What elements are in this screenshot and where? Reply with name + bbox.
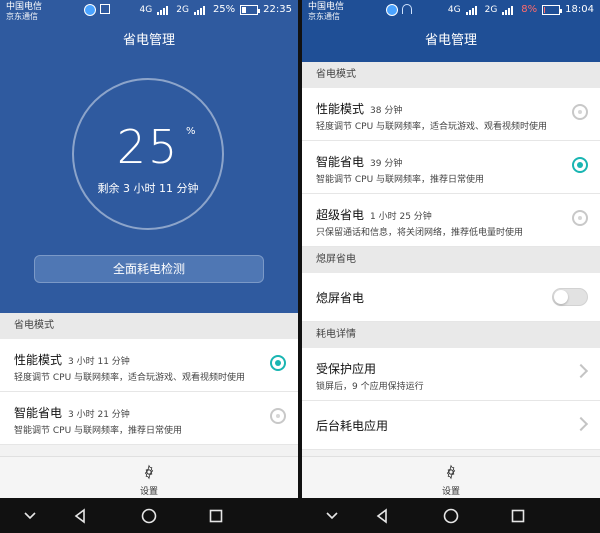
- battery-icon: [542, 4, 563, 15]
- status-bar: 中国电信 京东通信 4G 2G 25% 22:35: [0, 0, 298, 24]
- battery-percent-sign: %: [186, 126, 196, 137]
- page-title: 省电管理: [302, 24, 600, 62]
- navigation-bar: [0, 498, 298, 533]
- status-right: 4G 2G 25% 22:35: [140, 4, 292, 15]
- carrier-info: 中国电信 京东通信: [308, 2, 344, 22]
- status-icons: [386, 4, 412, 16]
- mode-list: 省电模式 性能模式 3 小时 11 分钟 轻度调节 CPU 与联网频率，适合玩游戏…: [0, 313, 298, 445]
- time: 22:35: [263, 4, 292, 15]
- mode-title: 性能模式 3 小时 11 分钟: [14, 353, 130, 367]
- page-title: 省电管理: [0, 24, 298, 62]
- battery-fill: [242, 6, 247, 13]
- mode-item-smart[interactable]: 智能省电 3 小时 21 分钟 智能调节 CPU 与联网频率，推荐日常使用: [0, 392, 298, 445]
- network-2g: 2G: [176, 4, 189, 15]
- time: 18:04: [565, 4, 594, 15]
- mode-item-performance[interactable]: 性能模式 38 分钟 轻度调节 CPU 与联网频率，适合玩游戏、观看视频时使用: [302, 88, 600, 141]
- chevron-right-icon: [573, 363, 589, 379]
- radio-button[interactable]: [270, 408, 286, 424]
- status-bar: 中国电信 京东通信 4G 2G 8% 18:04: [302, 0, 600, 24]
- remaining-time: 剩余 3 小时 11 分钟: [97, 182, 199, 195]
- section-header-mode: 省电模式: [302, 62, 600, 88]
- settings-label: 设置: [139, 487, 158, 497]
- carrier-1: 中国电信: [6, 2, 43, 12]
- carrier-2: 京东通信: [6, 12, 38, 21]
- mode-item-performance[interactable]: 性能模式 3 小时 11 分钟 轻度调节 CPU 与联网频率，适合玩游戏、观看视频…: [0, 339, 298, 392]
- mode-desc: 轻度调节 CPU 与联网频率，适合玩游戏、观看视频时使用: [14, 373, 246, 383]
- screen-off-saving-row[interactable]: 熄屏省电: [302, 273, 600, 322]
- battery-percent: 25%: [212, 4, 236, 15]
- radio-button[interactable]: [572, 210, 588, 226]
- screen-off-label: 熄屏省电: [316, 291, 365, 305]
- background-apps-title: 后台耗电应用: [316, 419, 389, 433]
- protected-apps-row[interactable]: 受保护应用 锁屏后，9 个应用保持运行: [302, 348, 600, 401]
- home-icon[interactable]: [441, 506, 461, 526]
- settings-button[interactable]: 设置: [0, 456, 298, 498]
- mode-desc: 智能调节 CPU 与联网频率，推荐日常使用: [14, 426, 183, 436]
- radio-button[interactable]: [572, 157, 588, 173]
- section-header-mode: 省电模式: [0, 313, 298, 339]
- toggle-knob: [554, 290, 568, 304]
- wifi-icon: [402, 4, 412, 14]
- recent-apps-icon[interactable]: [206, 506, 226, 526]
- right-screen: 中国电信 京东通信 4G 2G 8% 18:04 省电管理 省电模式 性能模式 3…: [302, 0, 600, 533]
- left-screen: 中国电信 京东通信 4G 2G 25% 22:35 省电管理 25 % 剩余 3…: [0, 0, 298, 533]
- mode-title: 智能省电 39 分钟: [316, 155, 403, 169]
- mode-desc: 智能调节 CPU 与联网频率，推荐日常使用: [316, 175, 485, 185]
- signal-icon: [157, 5, 171, 15]
- notification-icon: [84, 4, 96, 16]
- back-icon[interactable]: [70, 506, 90, 526]
- carrier-info: 中国电信 京东通信: [6, 2, 42, 22]
- chevron-right-icon: [573, 416, 589, 432]
- settings-list: 省电模式 性能模式 38 分钟 轻度调节 CPU 与联网频率，适合玩游戏、观看视频…: [302, 62, 600, 450]
- status-right: 4G 2G 8% 18:04: [448, 4, 594, 15]
- mode-item-ultra[interactable]: 超级省电 1 小时 25 分钟 只保留通话和信息，将关闭网络，推荐低电量时使用: [302, 194, 600, 247]
- recent-apps-icon[interactable]: [508, 506, 528, 526]
- signal-icon: [465, 5, 480, 15]
- chevron-down-icon[interactable]: [322, 506, 342, 526]
- side-by-side-screens: 中国电信 京东通信 4G 2G 25% 22:35 省电管理 25 % 剩余 3…: [0, 0, 600, 533]
- network-2g: 2G: [484, 4, 498, 15]
- protected-apps-sub: 锁屏后，9 个应用保持运行: [316, 382, 424, 392]
- mode-item-smart[interactable]: 智能省电 39 分钟 智能调节 CPU 与联网频率，推荐日常使用: [302, 141, 600, 194]
- section-header-details: 耗电详情: [302, 322, 600, 348]
- signal-icon: [502, 5, 516, 15]
- status-icons: [84, 4, 110, 16]
- settings-button[interactable]: 设置: [302, 456, 600, 498]
- settings-label: 设置: [441, 487, 460, 497]
- protected-apps-title: 受保护应用: [316, 362, 377, 376]
- notification-icon: [386, 4, 398, 16]
- mode-title: 超级省电 1 小时 25 分钟: [316, 208, 432, 222]
- screen-off-toggle[interactable]: [552, 288, 588, 306]
- mode-desc: 轻度调节 CPU 与联网频率，适合玩游戏、观看视频时使用: [316, 122, 548, 132]
- section-header-screen-off: 熄屏省电: [302, 247, 600, 273]
- radio-button[interactable]: [270, 355, 286, 371]
- network-4g: 4G: [139, 4, 153, 15]
- full-scan-button[interactable]: 全面耗电检测: [34, 255, 264, 283]
- network-4g: 4G: [447, 4, 461, 15]
- gear-icon: [446, 464, 456, 480]
- home-icon[interactable]: [139, 506, 159, 526]
- mode-title: 性能模式 38 分钟: [316, 102, 403, 116]
- battery-percent-large: 25: [116, 120, 180, 174]
- back-icon[interactable]: [372, 506, 392, 526]
- battery-hero: 25 % 剩余 3 小时 11 分钟 全面耗电检测: [0, 62, 298, 313]
- gear-icon: [144, 464, 154, 480]
- screenshot-icon: [100, 4, 110, 14]
- carrier-2: 京东通信: [308, 12, 340, 21]
- battery-fill: [544, 6, 546, 13]
- mode-desc: 只保留通话和信息，将关闭网络，推荐低电量时使用: [316, 228, 524, 238]
- navigation-bar: [302, 498, 600, 533]
- battery-ring: 25 % 剩余 3 小时 11 分钟: [72, 78, 224, 230]
- battery-percent: 8%: [521, 4, 538, 15]
- signal-icon: [193, 5, 208, 15]
- background-apps-row[interactable]: 后台耗电应用: [302, 401, 600, 450]
- carrier-1: 中国电信: [308, 2, 345, 12]
- chevron-down-icon[interactable]: [20, 506, 40, 526]
- mode-title: 智能省电 3 小时 21 分钟: [14, 406, 130, 420]
- battery-icon: [240, 4, 261, 15]
- radio-button[interactable]: [572, 104, 588, 120]
